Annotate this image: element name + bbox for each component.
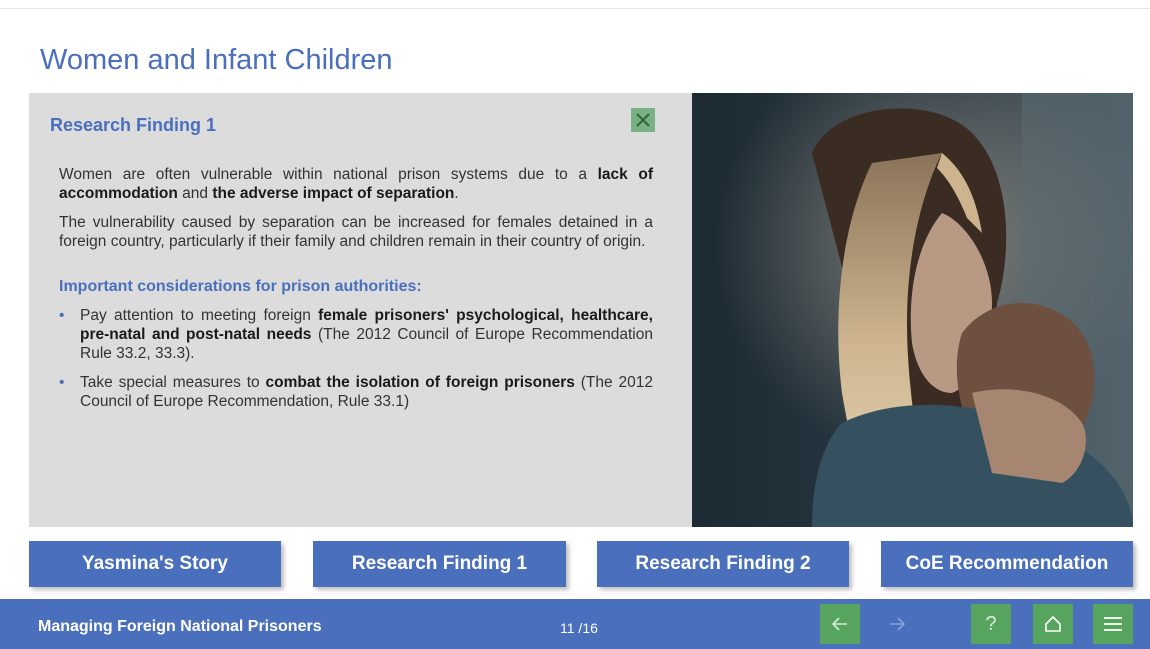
page-counter: 11 /16 <box>560 620 598 636</box>
bullet-dot: • <box>59 374 65 391</box>
considerations-list: • Pay attention to meeting foreign female… <box>59 306 653 411</box>
consideration-item: • Take special measures to combat the iso… <box>59 374 654 410</box>
finding-paragraph-1: Women are often vulnerable within nation… <box>59 166 653 202</box>
top-divider <box>0 8 1150 9</box>
panel-title: Research Finding 1 <box>50 115 217 135</box>
close-x-icon <box>636 113 650 127</box>
photo-illustration <box>692 93 1133 527</box>
finding-paragraph-2: The vulnerability caused by separation c… <box>59 214 653 250</box>
mother-and-infant-photo <box>692 93 1133 527</box>
coe-recommendation-button[interactable]: CoE Recommendation <box>881 541 1133 587</box>
considerations-heading: Important considerations for prison auth… <box>59 278 422 295</box>
research-finding-2-button[interactable]: Research Finding 2 <box>597 541 849 587</box>
close-panel-button[interactable] <box>631 108 655 132</box>
back-button[interactable] <box>820 604 860 644</box>
page-title: Women and Infant Children <box>40 44 393 76</box>
help-button[interactable]: ? <box>971 604 1011 644</box>
home-icon <box>1045 615 1061 632</box>
yasminas-story-button[interactable]: Yasmina's Story <box>29 541 281 587</box>
hamburger-menu-icon <box>1104 617 1122 631</box>
course-title: Managing Foreign National Prisoners <box>38 618 322 635</box>
consideration-item: • Pay attention to meeting foreign female… <box>59 307 653 362</box>
bullet-dot: • <box>59 307 65 324</box>
arrow-right-icon <box>890 617 906 631</box>
menu-button[interactable] <box>1093 604 1133 644</box>
research-finding-panel: Research Finding 1 Women are often vulne… <box>29 93 692 527</box>
panel-body: Women are often vulnerable within nation… <box>59 165 653 421</box>
research-finding-1-button[interactable]: Research Finding 1 <box>313 541 566 587</box>
arrow-left-icon <box>831 617 847 631</box>
next-button[interactable] <box>877 604 917 644</box>
footer-bar: Managing Foreign National Prisoners 11 /… <box>0 599 1150 649</box>
home-button[interactable] <box>1033 604 1073 644</box>
